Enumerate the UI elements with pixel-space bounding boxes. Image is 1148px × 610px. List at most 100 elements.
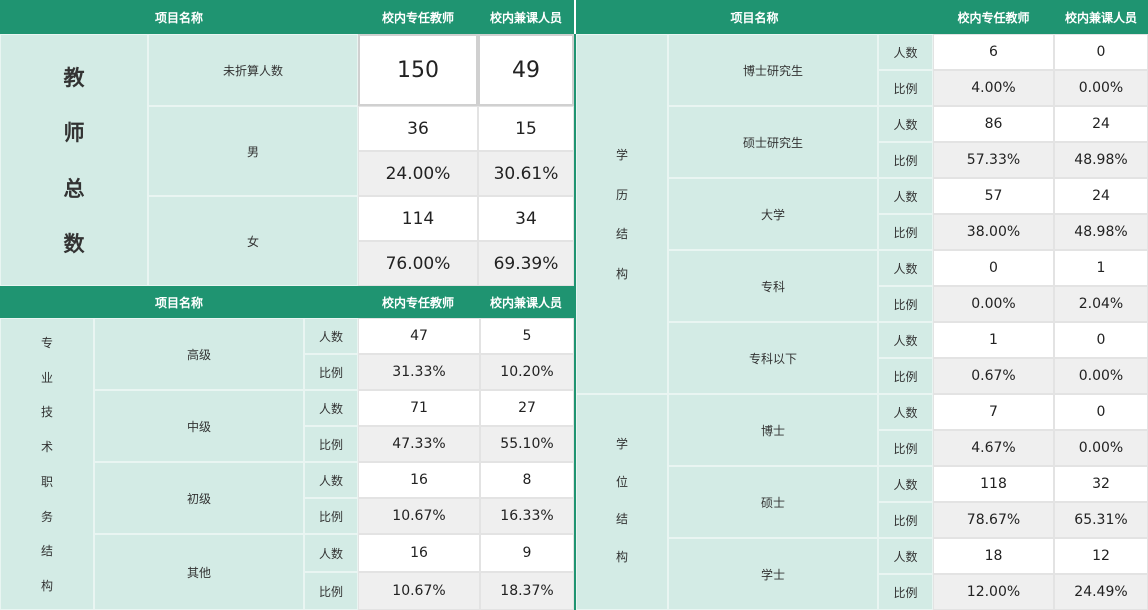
total-title-char: 教: [63, 65, 85, 90]
title-row-full-count: 47: [358, 318, 480, 354]
degree-row-full-count: 118: [933, 466, 1054, 502]
degree-title-char: 位: [615, 474, 628, 489]
education-row-label: 专科: [668, 250, 878, 322]
degree-row-part-ratio: 65.31%: [1054, 502, 1148, 538]
education-row-label: 专科以下: [668, 322, 878, 394]
degree-row-part-count: 32: [1054, 466, 1148, 502]
education-row-full-count: 6: [933, 34, 1054, 70]
education-row-part-count: 1: [1054, 250, 1148, 286]
education-title-char: 学: [615, 148, 628, 163]
education-title-char: 历: [615, 187, 628, 202]
education-row-full-ratio: 4.00%: [933, 70, 1054, 106]
total-title-char: 总: [63, 176, 85, 201]
total-title-char: 师: [63, 121, 85, 146]
title-row-part-count: 27: [480, 390, 574, 426]
title-row-full-ratio: 10.67%: [358, 498, 480, 534]
degree-title-char: 学: [615, 437, 628, 452]
education-row-part-ratio: 0.00%: [1054, 358, 1148, 394]
ratio-label: 比例: [878, 502, 933, 538]
count-label: 人数: [878, 538, 933, 574]
total-title-char: 数: [63, 232, 85, 257]
ratio-label: 比例: [878, 142, 933, 178]
title-row-label: 初级: [94, 462, 304, 534]
education-title-char: 构: [615, 266, 628, 281]
male-full-count: 36: [358, 106, 478, 151]
title-structure-title: 专 业 技 术 职 务 结 构: [0, 318, 94, 610]
title-structure-char: 专: [40, 335, 53, 350]
degree-row-label: 学士: [668, 538, 878, 610]
education-row-label: 博士研究生: [668, 34, 878, 106]
title-row-label: 其他: [94, 534, 304, 610]
title-row-part-count: 5: [480, 318, 574, 354]
column-divider: [574, 34, 576, 610]
degree-row-full-count: 7: [933, 394, 1054, 430]
count-label: 人数: [878, 394, 933, 430]
degree-row-part-count: 12: [1054, 538, 1148, 574]
degree-row-full-count: 18: [933, 538, 1054, 574]
education-row-label: 大学: [668, 178, 878, 250]
title-row-part-count: 8: [480, 462, 574, 498]
title-row-full-count: 16: [358, 462, 480, 498]
degree-row-label: 硕士: [668, 466, 878, 538]
education-row-part-count: 0: [1054, 322, 1148, 358]
education-row-part-ratio: 48.98%: [1054, 142, 1148, 178]
degree-row-full-ratio: 12.00%: [933, 574, 1054, 610]
title-row-full-ratio: 10.67%: [358, 572, 480, 610]
male-part-count: 15: [478, 106, 574, 151]
degree-row-full-ratio: 78.67%: [933, 502, 1054, 538]
female-full-count: 114: [358, 196, 478, 241]
degree-row-part-ratio: 24.49%: [1054, 574, 1148, 610]
title-structure-char: 职: [40, 474, 53, 489]
count-label: 人数: [878, 178, 933, 214]
education-structure-title: 学 历 结 构: [576, 34, 668, 394]
count-label: 人数: [878, 322, 933, 358]
degree-title-char: 构: [615, 549, 628, 564]
title-structure-char: 业: [40, 370, 53, 385]
ratio-label: 比例: [878, 286, 933, 322]
title-row-label: 中级: [94, 390, 304, 462]
education-row-part-ratio: 2.04%: [1054, 286, 1148, 322]
title-row-part-ratio: 55.10%: [480, 426, 574, 462]
title-structure-char: 务: [40, 509, 53, 524]
education-row-full-count: 1: [933, 322, 1054, 358]
education-row-part-count: 24: [1054, 106, 1148, 142]
title-row-full-count: 16: [358, 534, 480, 572]
title-header-full-time: 校内专任教师: [358, 286, 478, 318]
education-row-full-ratio: 0.67%: [933, 358, 1054, 394]
unconverted-full-value: 150: [358, 34, 478, 106]
ratio-label: 比例: [304, 354, 358, 390]
title-header-part-time: 校内兼课人员: [478, 286, 574, 318]
title-row-part-ratio: 10.20%: [480, 354, 574, 390]
ratio-label: 比例: [878, 214, 933, 250]
female-full-ratio: 76.00%: [358, 241, 478, 286]
unconverted-label: 未折算人数: [148, 34, 358, 106]
education-row-part-ratio: 48.98%: [1054, 214, 1148, 250]
count-label: 人数: [878, 466, 933, 502]
education-title-char: 结: [615, 227, 628, 242]
title-row-label: 高级: [94, 318, 304, 390]
right-header-item-name: 项目名称: [576, 0, 933, 34]
left-header-full-time: 校内专任教师: [358, 0, 478, 34]
degree-row-part-ratio: 0.00%: [1054, 430, 1148, 466]
education-row-full-count: 0: [933, 250, 1054, 286]
title-row-full-ratio: 47.33%: [358, 426, 480, 462]
male-part-ratio: 30.61%: [478, 151, 574, 196]
title-structure-char: 构: [40, 579, 53, 594]
education-row-part-count: 24: [1054, 178, 1148, 214]
count-label: 人数: [878, 34, 933, 70]
title-row-full-count: 71: [358, 390, 480, 426]
left-header-part-time: 校内兼课人员: [478, 0, 574, 34]
ratio-label: 比例: [304, 426, 358, 462]
education-row-full-ratio: 0.00%: [933, 286, 1054, 322]
unconverted-part-value: 49: [478, 34, 574, 106]
title-structure-char: 术: [40, 440, 53, 455]
count-label: 人数: [304, 390, 358, 426]
male-full-ratio: 24.00%: [358, 151, 478, 196]
ratio-label: 比例: [878, 358, 933, 394]
left-header-item-name: 项目名称: [0, 0, 358, 34]
ratio-label: 比例: [878, 70, 933, 106]
ratio-label: 比例: [304, 572, 358, 610]
title-structure-char: 结: [40, 544, 53, 559]
degree-row-full-ratio: 4.67%: [933, 430, 1054, 466]
title-row-part-ratio: 16.33%: [480, 498, 574, 534]
